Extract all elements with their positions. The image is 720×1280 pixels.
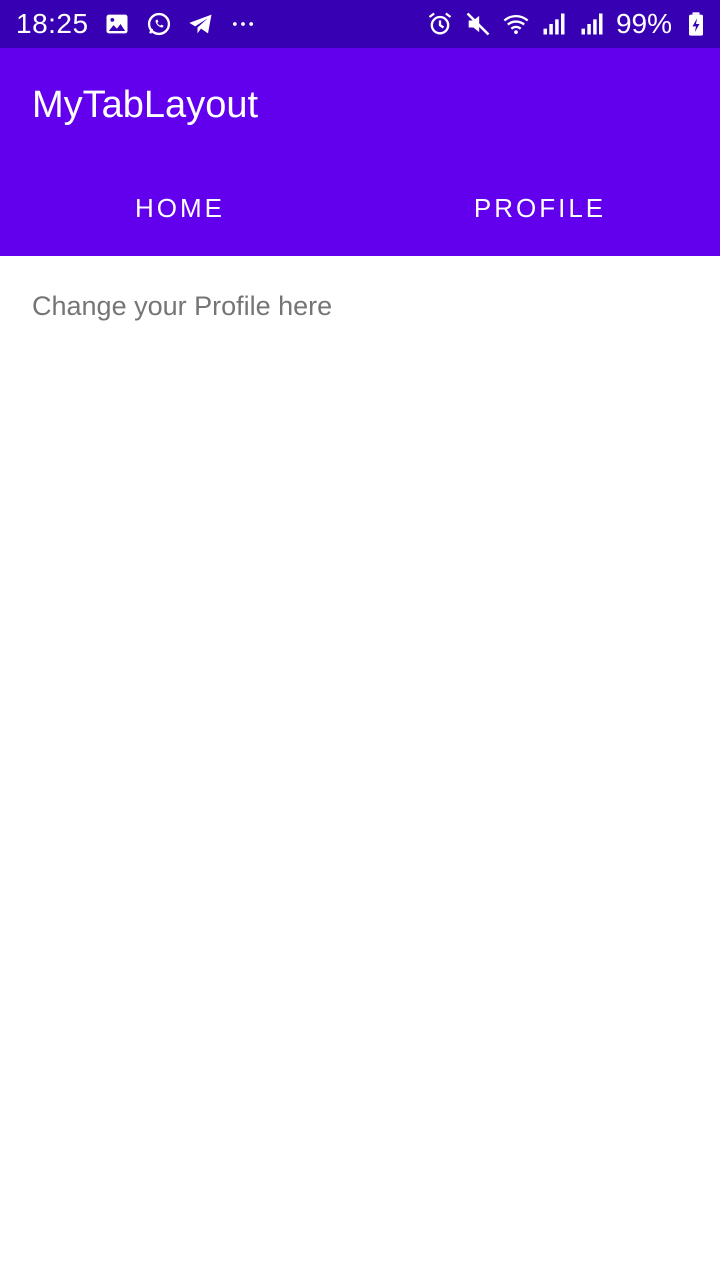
tab-home[interactable]: HOME [0,160,360,256]
whatsapp-icon [145,10,173,38]
battery-percent: 99% [615,8,672,39]
signal-icon [540,10,568,38]
signal-icon-2 [578,10,606,38]
wifi-icon [502,10,530,38]
telegram-icon [187,10,215,38]
app-title: MyTabLayout [32,84,259,126]
status-bar: 18:25 99% [0,0,720,48]
battery-charging-icon [682,10,710,38]
image-icon [103,10,131,38]
tab-content: Change your Profile here [0,256,720,1280]
app-bar: MyTabLayout HOME PROFILE [0,48,720,256]
tab-profile[interactable]: PROFILE [360,160,720,256]
mute-icon [464,10,492,38]
status-time: 18:25 [16,8,89,39]
more-notifications-icon [229,10,257,38]
status-right: 99% [426,8,710,40]
tab-bar: HOME PROFILE [0,160,720,256]
profile-message: Change your Profile here [32,291,333,321]
alarm-icon [426,10,454,38]
status-left: 18:25 [16,8,257,40]
